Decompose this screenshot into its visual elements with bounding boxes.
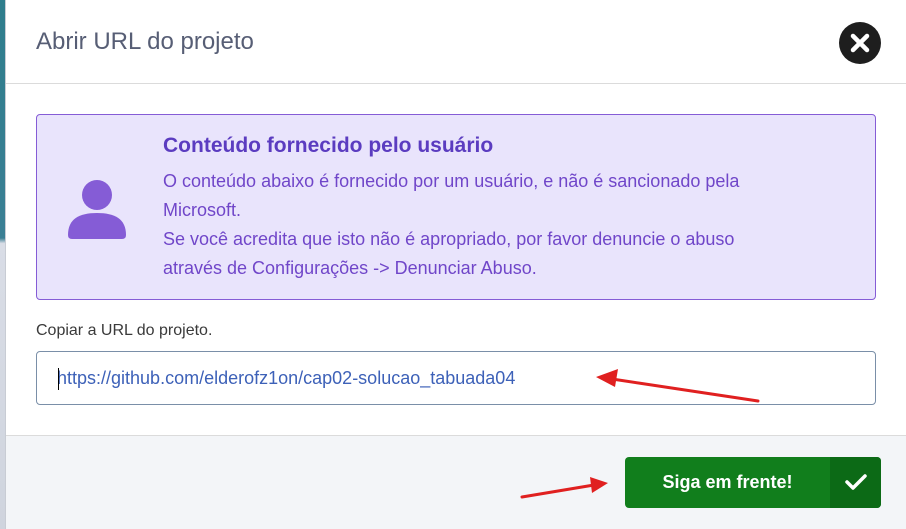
notice-body: O conteúdo abaixo é fornecido por um usu… <box>163 167 853 283</box>
checkmark-icon <box>845 474 867 490</box>
dialog-footer: Siga em frente! <box>6 435 906 529</box>
user-content-notice: Conteúdo fornecido pelo usuário O conteú… <box>36 114 876 300</box>
close-button[interactable] <box>839 22 881 64</box>
go-ahead-label: Siga em frente! <box>662 472 793 492</box>
text-caret <box>58 368 59 390</box>
dialog-header: Abrir URL do projeto <box>6 0 906 84</box>
open-url-dialog: Abrir URL do projeto Conteúdo fornecido … <box>5 0 906 529</box>
user-icon <box>68 180 126 239</box>
close-icon <box>850 33 870 53</box>
url-field-wrapper <box>36 351 876 405</box>
go-ahead-button[interactable]: Siga em frente! <box>625 457 881 508</box>
notice-line: O conteúdo abaixo é fornecido por um usu… <box>163 171 740 191</box>
dialog-title: Abrir URL do projeto <box>36 28 254 55</box>
url-field[interactable] <box>37 352 875 404</box>
notice-line: Microsoft. <box>163 200 242 220</box>
notice-line: Se você acredita que isto não é apropria… <box>163 229 735 249</box>
notice-title: Conteúdo fornecido pelo usuário <box>163 134 494 157</box>
url-field-label: Copiar a URL do projeto. <box>36 322 213 339</box>
notice-line: através de Configurações -> Denunciar Ab… <box>163 258 537 278</box>
go-ahead-check-area <box>830 457 881 508</box>
